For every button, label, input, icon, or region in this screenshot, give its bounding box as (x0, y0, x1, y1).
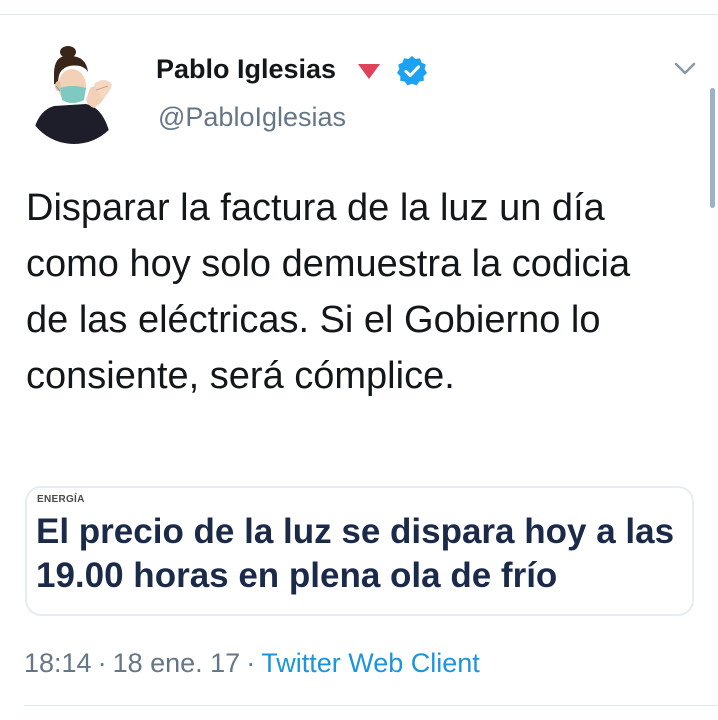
author-name[interactable]: Pablo Iglesias (156, 54, 336, 85)
tweet-meta: 18:14 · 18 ene. 17 · Twitter Web Client (24, 648, 480, 679)
tweet-text: Disparar la factura de la luz un día com… (26, 187, 631, 397)
bottom-divider (24, 705, 718, 706)
author-handle[interactable]: @PabloIglesias (158, 102, 346, 133)
meta-separator: · (246, 648, 256, 678)
down-triangle-icon (358, 64, 380, 79)
scrollbar[interactable] (710, 88, 715, 208)
avatar[interactable] (24, 44, 124, 144)
top-divider (0, 14, 718, 15)
tweet-date[interactable]: 18 ene. 17 (113, 648, 241, 678)
card-headline: El precio de la luz se dispara hoy a las… (36, 512, 675, 595)
meta-separator: · (97, 648, 107, 678)
tweet-source-link[interactable]: Twitter Web Client (261, 648, 480, 678)
tweet-time[interactable]: 18:14 (24, 648, 92, 678)
link-card[interactable]: ENERGÍA El precio de la luz se dispara h… (25, 486, 694, 616)
card-kicker: ENERGÍA (37, 494, 85, 505)
verified-badge-icon (397, 56, 427, 86)
chevron-down-icon[interactable] (672, 58, 698, 78)
